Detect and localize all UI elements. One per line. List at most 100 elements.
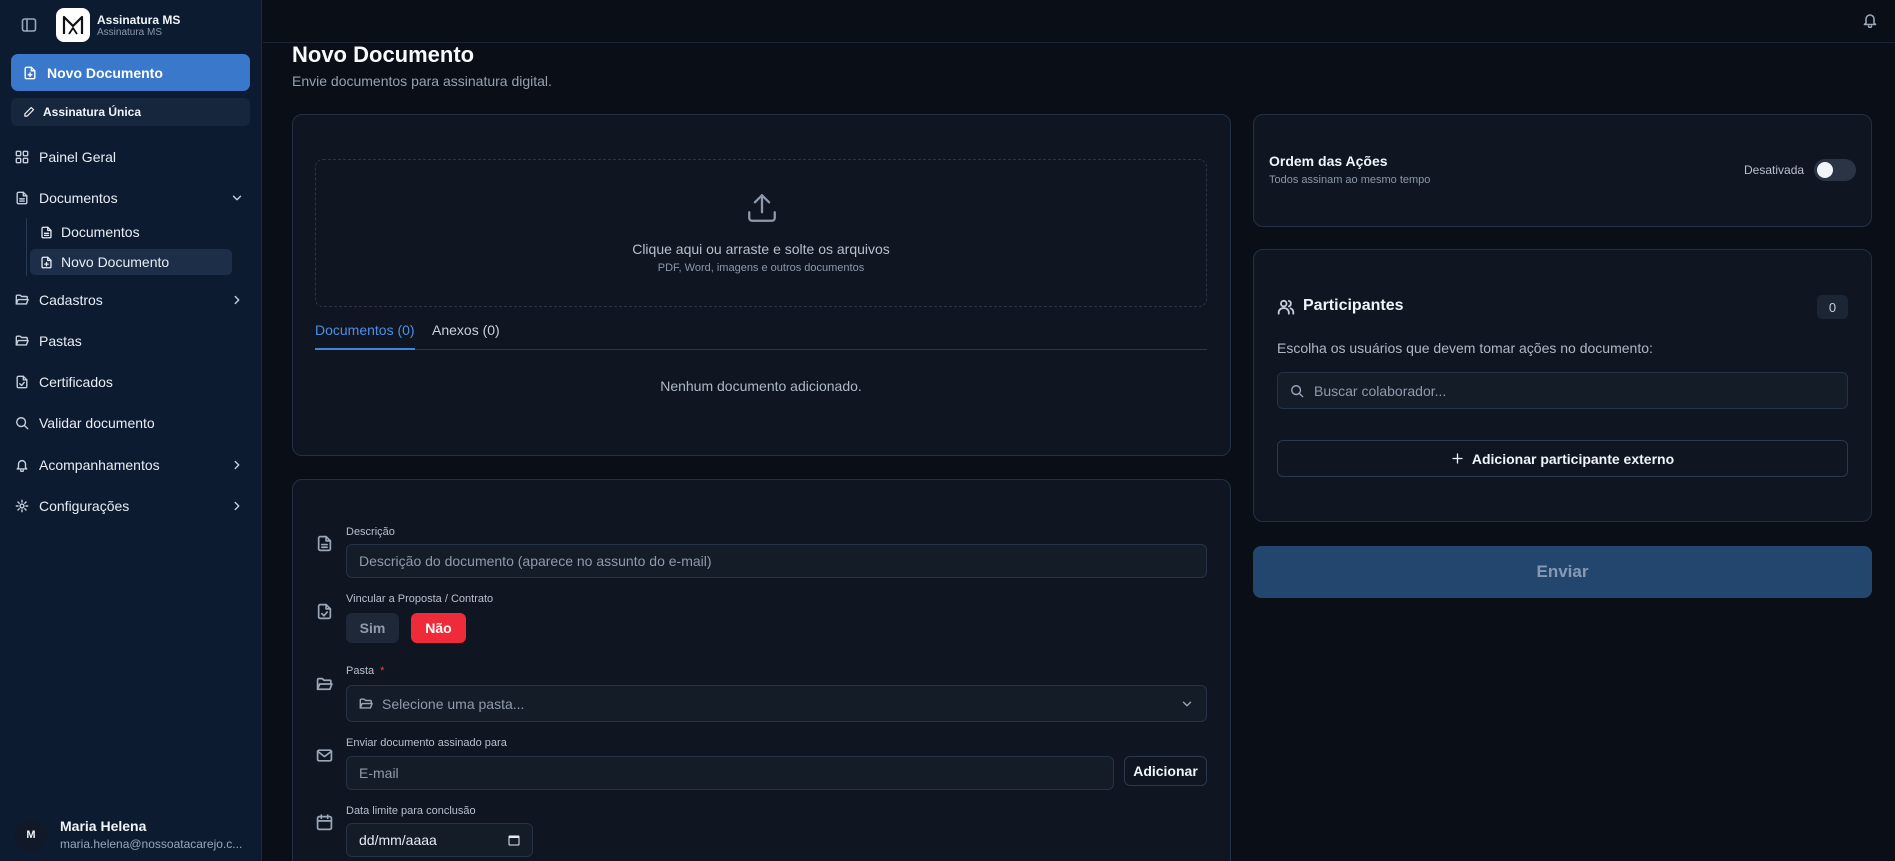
participants-title: Participantes (1303, 297, 1404, 314)
search-icon (1290, 384, 1304, 398)
sidebar-item-certificados[interactable]: Certificados (11, 367, 250, 397)
tab-anexos[interactable]: Anexos (0) (432, 322, 500, 350)
file-plus-icon (40, 256, 53, 269)
participants-instruction: Escolha os usuários que devem tomar açõe… (1277, 340, 1653, 356)
new-document-button[interactable]: Novo Documento (11, 54, 250, 91)
add-external-participant-button[interactable]: Adicionar participante externo (1277, 440, 1848, 477)
search-placeholder: Buscar colaborador... (1314, 382, 1447, 399)
file-text-icon (15, 191, 29, 205)
sidebar-item-configuracoes[interactable]: Configurações (11, 491, 250, 521)
user-profile[interactable]: M Maria Helena maria.helena@nossoatacare… (14, 818, 254, 858)
action-order-title: Ordem das Ações (1269, 153, 1388, 169)
brand-logo (56, 8, 90, 42)
link-yes-button[interactable]: Sim (346, 613, 399, 643)
action-order-status: Desativada (1744, 163, 1805, 177)
dropzone-hint: PDF, Word, imagens e outros documentos (657, 262, 865, 274)
sidebar-subitem-documentos[interactable]: Documentos (30, 219, 232, 245)
brand-subtitle: Assinatura MS (97, 27, 163, 38)
sidebar-subitem-label: Documentos (61, 224, 140, 240)
file-dropzone[interactable]: Clique aqui ou arraste e solte os arquiv… (315, 159, 1207, 307)
single-signature-label: Assinatura Única (43, 105, 142, 119)
notifications-bell-icon[interactable] (1862, 12, 1878, 28)
empty-documents-message: Nenhum documento adicionado. (660, 378, 862, 394)
user-email: maria.helena@nossoatacarejo.c... (60, 837, 243, 851)
folder-label-text: Pasta (346, 665, 375, 677)
sidebar-item-label: Painel Geral (39, 149, 117, 165)
add-external-label: Adicionar participante externo (1471, 450, 1675, 467)
sidebar-subitem-label: Novo Documento (61, 254, 170, 270)
user-name: Maria Helena (60, 818, 147, 834)
search-input[interactable]: Buscar colaborador... (1277, 372, 1848, 409)
sidebar-item-acompanhamentos[interactable]: Acompanhamentos (11, 450, 250, 480)
sidebar-item-pastas[interactable]: Pastas (11, 326, 250, 356)
folder-open-icon (15, 293, 29, 307)
sidebar-item-label: Configurações (39, 498, 130, 514)
sidebar-item-label: Cadastros (39, 292, 103, 308)
layout-grid-icon (15, 150, 29, 164)
document-form-card (292, 479, 1231, 861)
folder-select-value: Selecione uma pasta... (382, 695, 525, 712)
sidebar-item-label: Certificados (39, 374, 113, 390)
calendar-picker-icon[interactable] (508, 834, 520, 846)
action-order-subtitle: Todos assinam ao mesmo tempo (1269, 174, 1431, 186)
gear-icon (15, 499, 29, 513)
action-order-toggle[interactable] (1814, 159, 1856, 181)
chevron-down-icon (230, 191, 244, 205)
page-subtitle: Envie documentos para assinatura digital… (292, 73, 552, 89)
plus-icon (1451, 452, 1464, 465)
document-tabs: Documentos (0) Anexos (0) (315, 322, 1207, 350)
email-field[interactable]: E-mail (346, 756, 1114, 790)
sidebar-item-validar-documento[interactable]: Validar documento (11, 408, 250, 438)
chevron-down-icon (1180, 697, 1194, 711)
send-button[interactable]: Enviar (1253, 546, 1872, 598)
chevron-right-icon (230, 293, 244, 307)
calendar-icon (316, 814, 333, 831)
file-text-icon (40, 226, 53, 239)
toggle-knob (1817, 162, 1833, 178)
description-input[interactable]: Descrição do documento (aparece no assun… (346, 544, 1207, 578)
send-signed-label: Enviar documento assinado para (346, 737, 507, 749)
link-contract-label: Vincular a Proposta / Contrato (346, 593, 494, 605)
required-mark: * (380, 665, 385, 677)
folder-label: Pasta * (346, 665, 384, 677)
deadline-label: Data limite para conclusão (346, 805, 476, 817)
tab-documentos[interactable]: Documentos (0) (315, 322, 415, 350)
add-email-button[interactable]: Adicionar (1124, 756, 1207, 786)
date-input-value: dd/mm/aaaa (359, 832, 437, 848)
sidebar-item-label: Pastas (39, 333, 82, 349)
sidebar-item-documentos[interactable]: Documentos (11, 183, 250, 213)
sidebar-subitem-novo-documento[interactable]: Novo Documento (30, 249, 232, 275)
file-text-icon (316, 535, 333, 552)
users-icon (1277, 298, 1295, 316)
file-check-icon (316, 603, 333, 620)
file-plus-icon (23, 66, 37, 80)
sidebar-toggle-icon[interactable] (21, 17, 37, 33)
upload-icon (745, 191, 779, 225)
dropzone-main-text: Clique aqui ou arraste e solte os arquiv… (632, 241, 890, 257)
sidebar-item-painel-geral[interactable]: Painel Geral (11, 142, 250, 172)
folder-open-icon (15, 334, 29, 348)
chevron-right-icon (230, 499, 244, 513)
page-title: Novo Documento (292, 42, 475, 67)
single-signature-button[interactable]: Assinatura Única (11, 98, 250, 126)
sidebar-item-label: Acompanhamentos (39, 457, 160, 473)
chevron-right-icon (230, 458, 244, 472)
sidebar-item-label: Documentos (39, 190, 118, 206)
deadline-date-input[interactable]: dd/mm/aaaa (346, 823, 533, 857)
search-icon (15, 416, 29, 430)
folder-icon (359, 697, 373, 711)
folder-select[interactable]: Selecione uma pasta... (346, 685, 1207, 722)
new-document-label: Novo Documento (47, 64, 163, 81)
avatar: M (14, 818, 48, 852)
bell-icon (15, 458, 29, 472)
submenu-guide-line (26, 218, 27, 276)
brand-header: Assinatura MS Assinatura MS (0, 0, 262, 50)
sidebar: Assinatura MS Assinatura MS Novo Documen… (0, 0, 262, 861)
pen-icon (23, 106, 35, 118)
brand-name: Assinatura MS (97, 13, 181, 27)
file-check-icon (15, 375, 29, 389)
sidebar-item-label: Validar documento (39, 415, 155, 431)
description-label: Descrição (346, 526, 395, 538)
link-no-button[interactable]: Não (411, 613, 466, 643)
sidebar-item-cadastros[interactable]: Cadastros (11, 285, 250, 315)
